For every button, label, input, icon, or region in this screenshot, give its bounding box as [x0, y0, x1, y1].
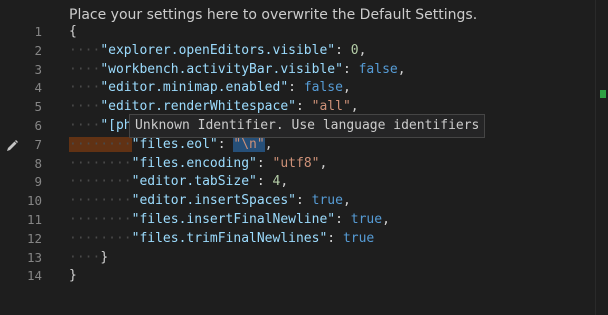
code-line[interactable]: 8 ········"files.encoding": "utf8", [0, 154, 596, 173]
token: , [358, 42, 367, 58]
token: : [342, 61, 359, 77]
token: { [69, 24, 77, 39]
token: "files.trimFinalNewlines" [131, 230, 328, 246]
code-line[interactable]: 14} [0, 266, 596, 285]
token: "editor.insertSpaces" [131, 193, 296, 209]
code-line[interactable]: 2 ····"explorer.openEditors.visible": 0, [0, 41, 596, 60]
token: , [342, 80, 351, 96]
line-number: 9 [34, 174, 42, 190]
token: , [350, 99, 359, 115]
token: : [335, 42, 351, 58]
token: true [342, 230, 375, 246]
whitespace-guide: ···· [69, 118, 101, 133]
whitespace-guide: ···· [69, 80, 101, 96]
token: "editor.renderWhitespace" [100, 99, 296, 115]
line-number: 11 [26, 212, 42, 227]
code-line[interactable]: 11 ········"files.insertFinalNewline": tr… [0, 210, 596, 229]
whitespace-guide: ···· [69, 249, 101, 265]
token: : [296, 193, 312, 209]
code-line[interactable]: 1{ [0, 22, 596, 41]
line-number: 3 [34, 61, 42, 77]
code-line[interactable]: 13 ····} [0, 248, 596, 267]
whitespace-guide: ···· [69, 61, 101, 77]
token: false [358, 61, 398, 77]
token: : [256, 174, 273, 190]
line-number: 1 [34, 24, 42, 39]
token: false [303, 80, 343, 96]
token: "explorer.openEditors.visible" [100, 42, 336, 58]
line-number: 6 [34, 118, 42, 133]
code-content: ····"workbench.activityBar.visible": fal… [69, 60, 406, 79]
code-editor[interactable]: 1{2 ····"explorer.openEditors.visible": 0… [0, 22, 596, 292]
token: , [319, 155, 328, 171]
token: "editor.minimap.enabled" [100, 80, 289, 96]
token: , [382, 212, 390, 227]
whitespace-guide: ········ [69, 136, 132, 152]
line-number: 14 [26, 268, 42, 284]
token: } [69, 268, 77, 284]
code-line[interactable]: 12 ········"files.trimFinalNewlines": tru… [0, 229, 596, 248]
line-number: 4 [34, 80, 42, 96]
pencil-icon[interactable] [5, 139, 19, 153]
whitespace-guide: ········ [69, 230, 132, 246]
token: 0 [350, 42, 359, 58]
code-line[interactable]: 10 ········"editor.insertSpaces": true, [0, 191, 596, 210]
token: : [217, 136, 234, 152]
code-content: ········"files.encoding": "utf8", [69, 154, 327, 173]
token: } [100, 249, 109, 265]
code-line[interactable]: 9 ········"editor.tabSize": 4, [0, 172, 596, 191]
hover-tooltip: Unknown Identifier. Use language identif… [129, 114, 486, 138]
whitespace-guide: ········ [69, 212, 132, 227]
code-line[interactable]: 4 ····"editor.minimap.enabled": false, [0, 78, 596, 97]
token: "utf8" [272, 155, 320, 171]
code-content: { [69, 22, 77, 41]
token: , [280, 174, 289, 190]
code-content: ········"editor.insertSpaces": true, [69, 191, 351, 210]
whitespace-guide: ···· [69, 42, 101, 58]
code-content: } [69, 266, 77, 285]
token: : [288, 80, 304, 96]
code-content: ····} [69, 248, 108, 267]
line-number: 5 [34, 99, 42, 115]
code-content: ········"files.insertFinalNewline": true… [69, 210, 390, 229]
token: , [397, 61, 406, 77]
whitespace-guide: ········ [69, 155, 132, 171]
vertical-scrollbar[interactable] [595, 0, 608, 315]
token: : [295, 99, 312, 115]
token: "files.encoding" [131, 155, 257, 171]
whitespace-guide: ········ [69, 174, 132, 190]
line-number: 10 [26, 193, 42, 209]
line-number: 13 [26, 249, 42, 265]
token: "all" [311, 99, 351, 115]
token: "files.eol" [131, 136, 218, 152]
token: : [256, 155, 273, 171]
token: "\n" [233, 136, 265, 152]
token: , [342, 193, 351, 209]
token: "workbench.activityBar.visible" [100, 61, 343, 77]
code-content: ········"editor.tabSize": 4, [69, 172, 288, 191]
token: "files.insertFinalNewline" [131, 212, 336, 227]
code-line[interactable]: 3 ····"workbench.activityBar.visible": fa… [0, 60, 596, 79]
whitespace-guide: ········ [69, 193, 132, 209]
token: "editor.tabSize" [131, 174, 257, 190]
line-number: 8 [34, 155, 42, 171]
code-content: ····"editor.minimap.enabled": false, [69, 78, 351, 97]
token: true [311, 193, 343, 209]
token: : [327, 230, 343, 246]
token: , [264, 136, 273, 152]
line-number: 2 [34, 42, 42, 58]
code-content: ········"files.trimFinalNewlines": true [69, 229, 374, 248]
whitespace-guide: ···· [69, 99, 101, 115]
token: true [350, 212, 383, 227]
change-marker [600, 90, 606, 98]
code-content: ····"explorer.openEditors.visible": 0, [69, 41, 366, 60]
token: : [335, 212, 351, 227]
line-number: 12 [26, 230, 42, 246]
